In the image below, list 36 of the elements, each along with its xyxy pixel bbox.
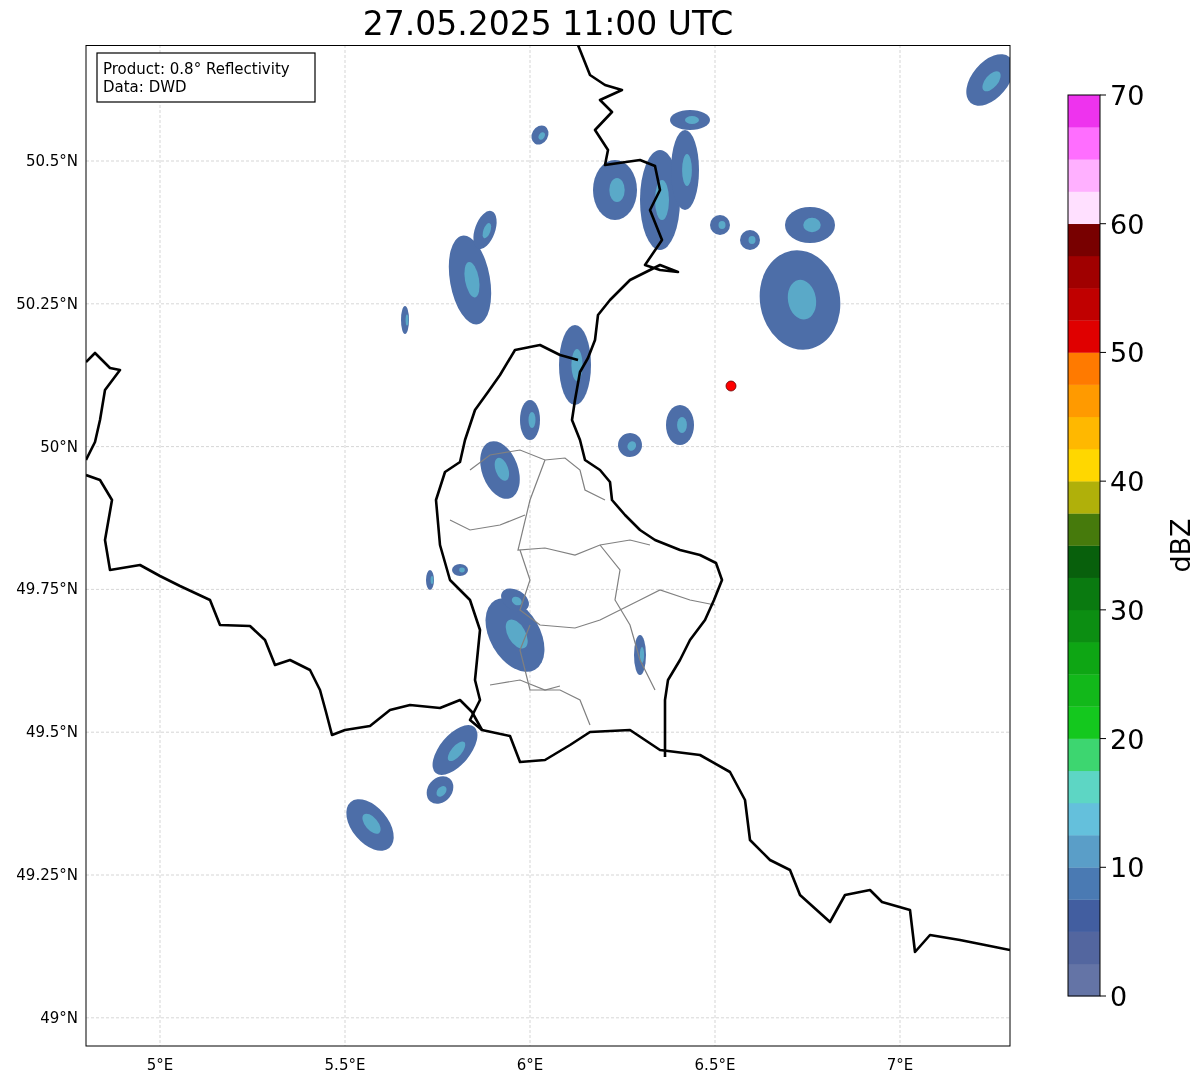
radar-echo xyxy=(346,799,394,851)
radar-echo xyxy=(401,306,409,334)
radar-echo xyxy=(593,160,637,220)
colorbar-tick-label: 0 xyxy=(1110,981,1128,1012)
radar-echo xyxy=(426,570,434,590)
colorbar-tick-label: 30 xyxy=(1110,594,1145,626)
latitude-label: 49°N xyxy=(40,1008,78,1027)
colorbar-tick-label: 50 xyxy=(1110,337,1145,369)
latitude-label: 50°N xyxy=(40,437,78,456)
longitude-label: 5.5°E xyxy=(324,1056,366,1074)
latitude-label: 50.25°N xyxy=(16,294,78,313)
colorbar-tick-label: 20 xyxy=(1110,723,1145,755)
colorbar-tick-label: 60 xyxy=(1110,208,1145,240)
colorbar-tick-label: 70 xyxy=(1110,80,1145,111)
info-text: Product: 0.8° Reflectivity xyxy=(103,60,290,78)
radar-echo xyxy=(966,54,1010,106)
radar-echo xyxy=(710,215,730,235)
colorbar-label: dBZ xyxy=(1165,518,1196,573)
colorbar-tick-label: 40 xyxy=(1110,466,1145,498)
radar-echo xyxy=(785,207,835,243)
longitude-label: 5°E xyxy=(146,1056,174,1074)
longitude-label: 6°E xyxy=(516,1056,544,1074)
radar-echo xyxy=(666,405,694,445)
radar-echo xyxy=(531,125,549,145)
longitude-label: 6.5°E xyxy=(694,1056,736,1074)
colorbar-tick-label: 10 xyxy=(1110,852,1145,884)
info-text: Data: DWD xyxy=(103,78,187,96)
radar-echo xyxy=(634,635,646,675)
latitude-label: 49.25°N xyxy=(16,866,78,884)
latitude-label: 50.5°N xyxy=(25,152,78,170)
longitude-label: 7°E xyxy=(886,1056,914,1074)
radar-echo xyxy=(618,433,642,457)
latitude-label: 49.75°N xyxy=(16,580,78,599)
latitude-label: 49.5°N xyxy=(25,723,78,742)
plot-title: 27.05.2025 11:00 UTC xyxy=(362,3,734,45)
radar-echo xyxy=(452,564,468,576)
